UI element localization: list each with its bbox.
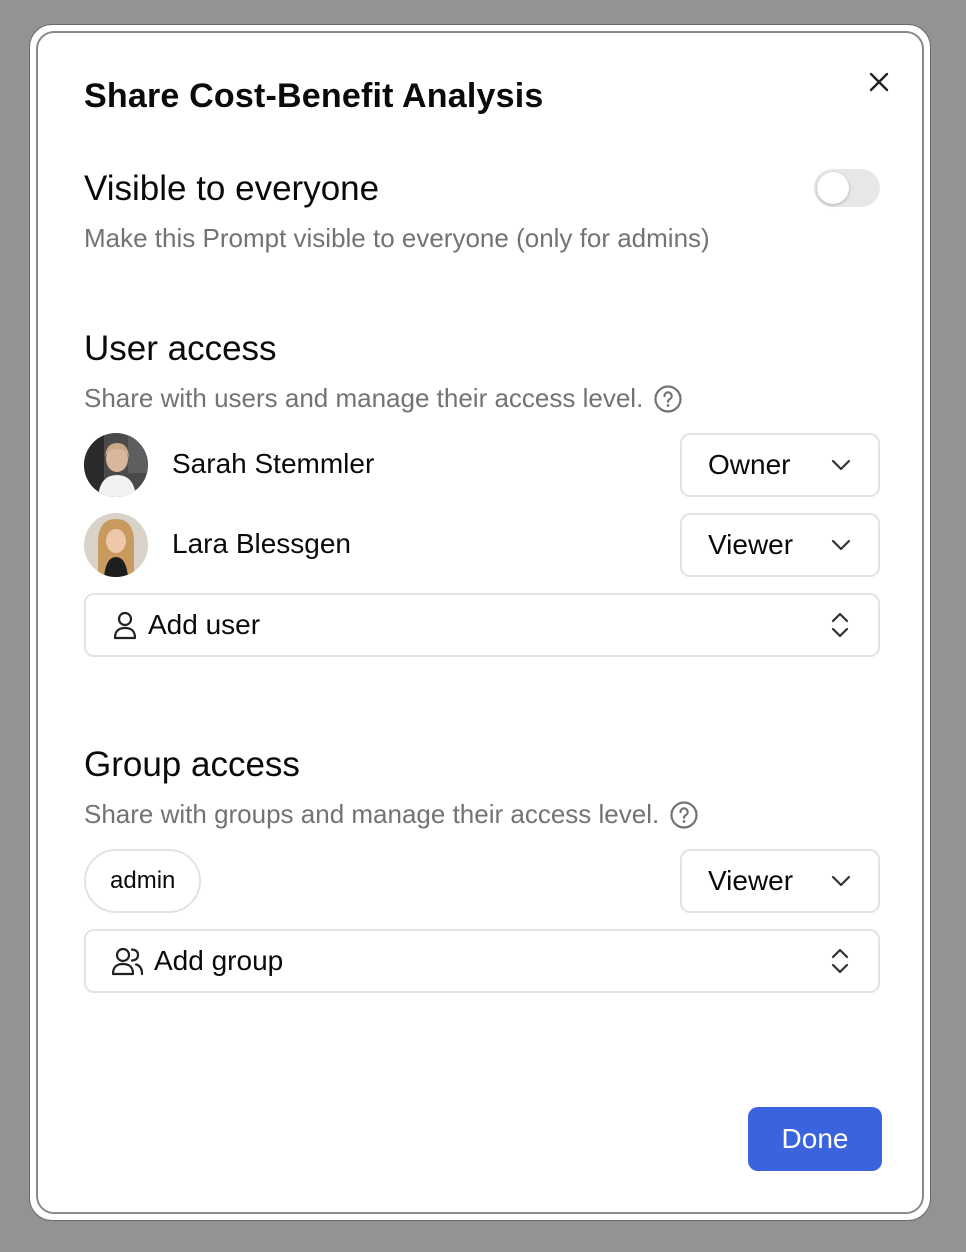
users-icon <box>112 947 144 976</box>
chevrons-up-down-icon <box>831 612 849 638</box>
group-access-description: Share with groups and manage their acces… <box>84 799 699 830</box>
role-select-value: Viewer <box>708 529 794 560</box>
group-access-title: Group access <box>84 745 300 784</box>
user-name: Lara Blessgen <box>172 528 352 559</box>
close-button[interactable] <box>864 67 894 97</box>
toggle-knob <box>817 172 849 204</box>
user-row: Sarah Stemmler Owner <box>84 433 880 497</box>
share-dialog: Share Cost-Benefit Analysis Visible to e… <box>36 31 924 1214</box>
help-icon[interactable] <box>653 384 683 414</box>
help-icon[interactable] <box>669 800 699 830</box>
role-select[interactable]: Viewer <box>680 849 880 913</box>
group-access-description-text: Share with groups and manage their acces… <box>84 799 660 829</box>
user-access-title: User access <box>84 329 277 368</box>
add-user-label: Add user <box>148 609 261 640</box>
role-select[interactable]: Owner <box>680 433 880 497</box>
add-user-combobox[interactable]: Add user <box>84 593 880 657</box>
visibility-description: Make this Prompt visible to everyone (on… <box>84 223 710 254</box>
user-row: Lara Blessgen Viewer <box>84 513 880 577</box>
role-select-value: Owner <box>708 449 791 480</box>
role-select-value: Viewer <box>708 865 794 896</box>
chevron-down-icon <box>831 875 851 887</box>
role-select[interactable]: Viewer <box>680 513 880 577</box>
avatar <box>84 513 148 577</box>
user-access-description: Share with users and manage their access… <box>84 383 683 414</box>
user-access-description-text: Share with users and manage their access… <box>84 383 644 413</box>
visibility-title: Visible to everyone <box>84 169 380 208</box>
done-button[interactable]: Done <box>748 1107 882 1171</box>
visibility-toggle[interactable] <box>814 169 880 207</box>
chevrons-up-down-icon <box>831 948 849 974</box>
group-name: admin <box>110 867 176 894</box>
close-icon <box>869 72 889 92</box>
add-group-label: Add group <box>154 945 284 976</box>
group-chip: admin <box>84 849 202 913</box>
user-icon <box>113 611 137 640</box>
group-row: admin Viewer <box>84 849 880 913</box>
avatar <box>84 433 148 497</box>
dialog-title: Share Cost-Benefit Analysis <box>84 77 544 115</box>
user-name: Sarah Stemmler <box>172 448 375 479</box>
visibility-description-text: Make this Prompt visible to everyone (on… <box>84 223 710 253</box>
dialog-frame: Share Cost-Benefit Analysis Visible to e… <box>30 25 930 1220</box>
chevron-down-icon <box>831 539 851 551</box>
add-group-combobox[interactable]: Add group <box>84 929 880 993</box>
chevron-down-icon <box>831 459 851 471</box>
